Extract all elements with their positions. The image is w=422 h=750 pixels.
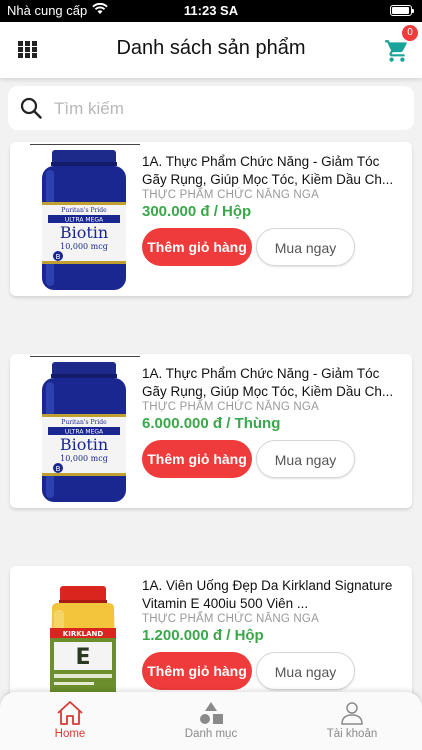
tab-home-label: Home bbox=[54, 728, 86, 740]
buy-now-button[interactable]: Mua ngay bbox=[256, 228, 355, 266]
tab-category-label: Danh mục bbox=[184, 728, 238, 740]
tab-category[interactable]: Danh mục bbox=[141, 700, 281, 740]
svg-text:10,000 mcg: 10,000 mcg bbox=[60, 242, 108, 251]
shop-name: THỰC PHẨM CHỨC NĂNG NGA bbox=[142, 613, 319, 625]
product-image: Puritan's Pride ULTRA MEGA Biotin 10,000… bbox=[24, 144, 140, 294]
clock: 11:23 SA bbox=[183, 3, 239, 18]
cart-icon[interactable] bbox=[384, 38, 410, 64]
tab-account-label: Tài khoản bbox=[326, 728, 378, 740]
category-icon bbox=[200, 702, 223, 724]
product-price: 1.200.000 đ / Hộp bbox=[142, 627, 264, 644]
svg-text:10,000 mcg: 10,000 mcg bbox=[60, 454, 108, 463]
buy-now-button[interactable]: Mua ngay bbox=[256, 440, 355, 478]
product-card[interactable]: Puritan's Pride ULTRA MEGA Biotin 10,000… bbox=[10, 354, 412, 508]
svg-text:KIRKLAND: KIRKLAND bbox=[63, 630, 104, 638]
product-name[interactable]: 1A. Thực Phẩm Chức Năng - Giảm Tóc Gãy R… bbox=[142, 153, 404, 189]
home-icon bbox=[57, 701, 83, 725]
page-title: Danh sách sản phẩm bbox=[116, 37, 306, 59]
tab-account[interactable]: Tài khoản bbox=[282, 700, 422, 740]
shop-name: THỰC PHẨM CHỨC NĂNG NGA bbox=[142, 401, 319, 413]
product-name[interactable]: 1A. Thực Phẩm Chức Năng - Giảm Tóc Gãy R… bbox=[142, 365, 404, 401]
svg-text:Puritan's Pride: Puritan's Pride bbox=[61, 419, 107, 426]
product-card[interactable]: Puritan's Pride ULTRA MEGA Biotin 10,000… bbox=[10, 142, 412, 296]
svg-text:E: E bbox=[75, 645, 90, 670]
battery-icon bbox=[390, 5, 414, 16]
bottom-tab-bar: Home Danh mục Tài khoản bbox=[0, 692, 422, 750]
svg-text:Biotin: Biotin bbox=[60, 223, 108, 242]
product-image: Puritan's Pride ULTRA MEGA Biotin 10,000… bbox=[24, 356, 140, 506]
search-icon bbox=[20, 97, 42, 119]
search-bar[interactable] bbox=[8, 86, 414, 130]
product-name[interactable]: 1A. Viên Uống Đẹp Da Kirkland Signature … bbox=[142, 577, 404, 613]
svg-text:B: B bbox=[56, 253, 61, 261]
app-header: Danh sách sản phẩm 0 bbox=[0, 22, 422, 78]
svg-text:B: B bbox=[56, 465, 61, 473]
product-price: 6.000.000 đ / Thùng bbox=[142, 415, 281, 432]
add-to-cart-button[interactable]: Thêm giỏ hàng bbox=[142, 440, 252, 478]
product-price: 300.000 đ / Hộp bbox=[142, 203, 252, 220]
cart-count-badge: 0 bbox=[402, 25, 418, 41]
add-to-cart-button[interactable]: Thêm giỏ hàng bbox=[142, 652, 252, 690]
shop-name: THỰC PHẨM CHỨC NĂNG NGA bbox=[142, 189, 319, 201]
svg-text:Puritan's Pride: Puritan's Pride bbox=[61, 207, 107, 214]
tab-home[interactable]: Home bbox=[0, 700, 140, 740]
status-bar: Nhà cung cấp 11:23 SA bbox=[0, 0, 422, 22]
add-to-cart-button[interactable]: Thêm giỏ hàng bbox=[142, 228, 252, 266]
buy-now-button[interactable]: Mua ngay bbox=[256, 652, 355, 690]
search-input[interactable] bbox=[52, 94, 396, 124]
account-icon bbox=[341, 702, 363, 725]
svg-text:Biotin: Biotin bbox=[60, 435, 108, 454]
